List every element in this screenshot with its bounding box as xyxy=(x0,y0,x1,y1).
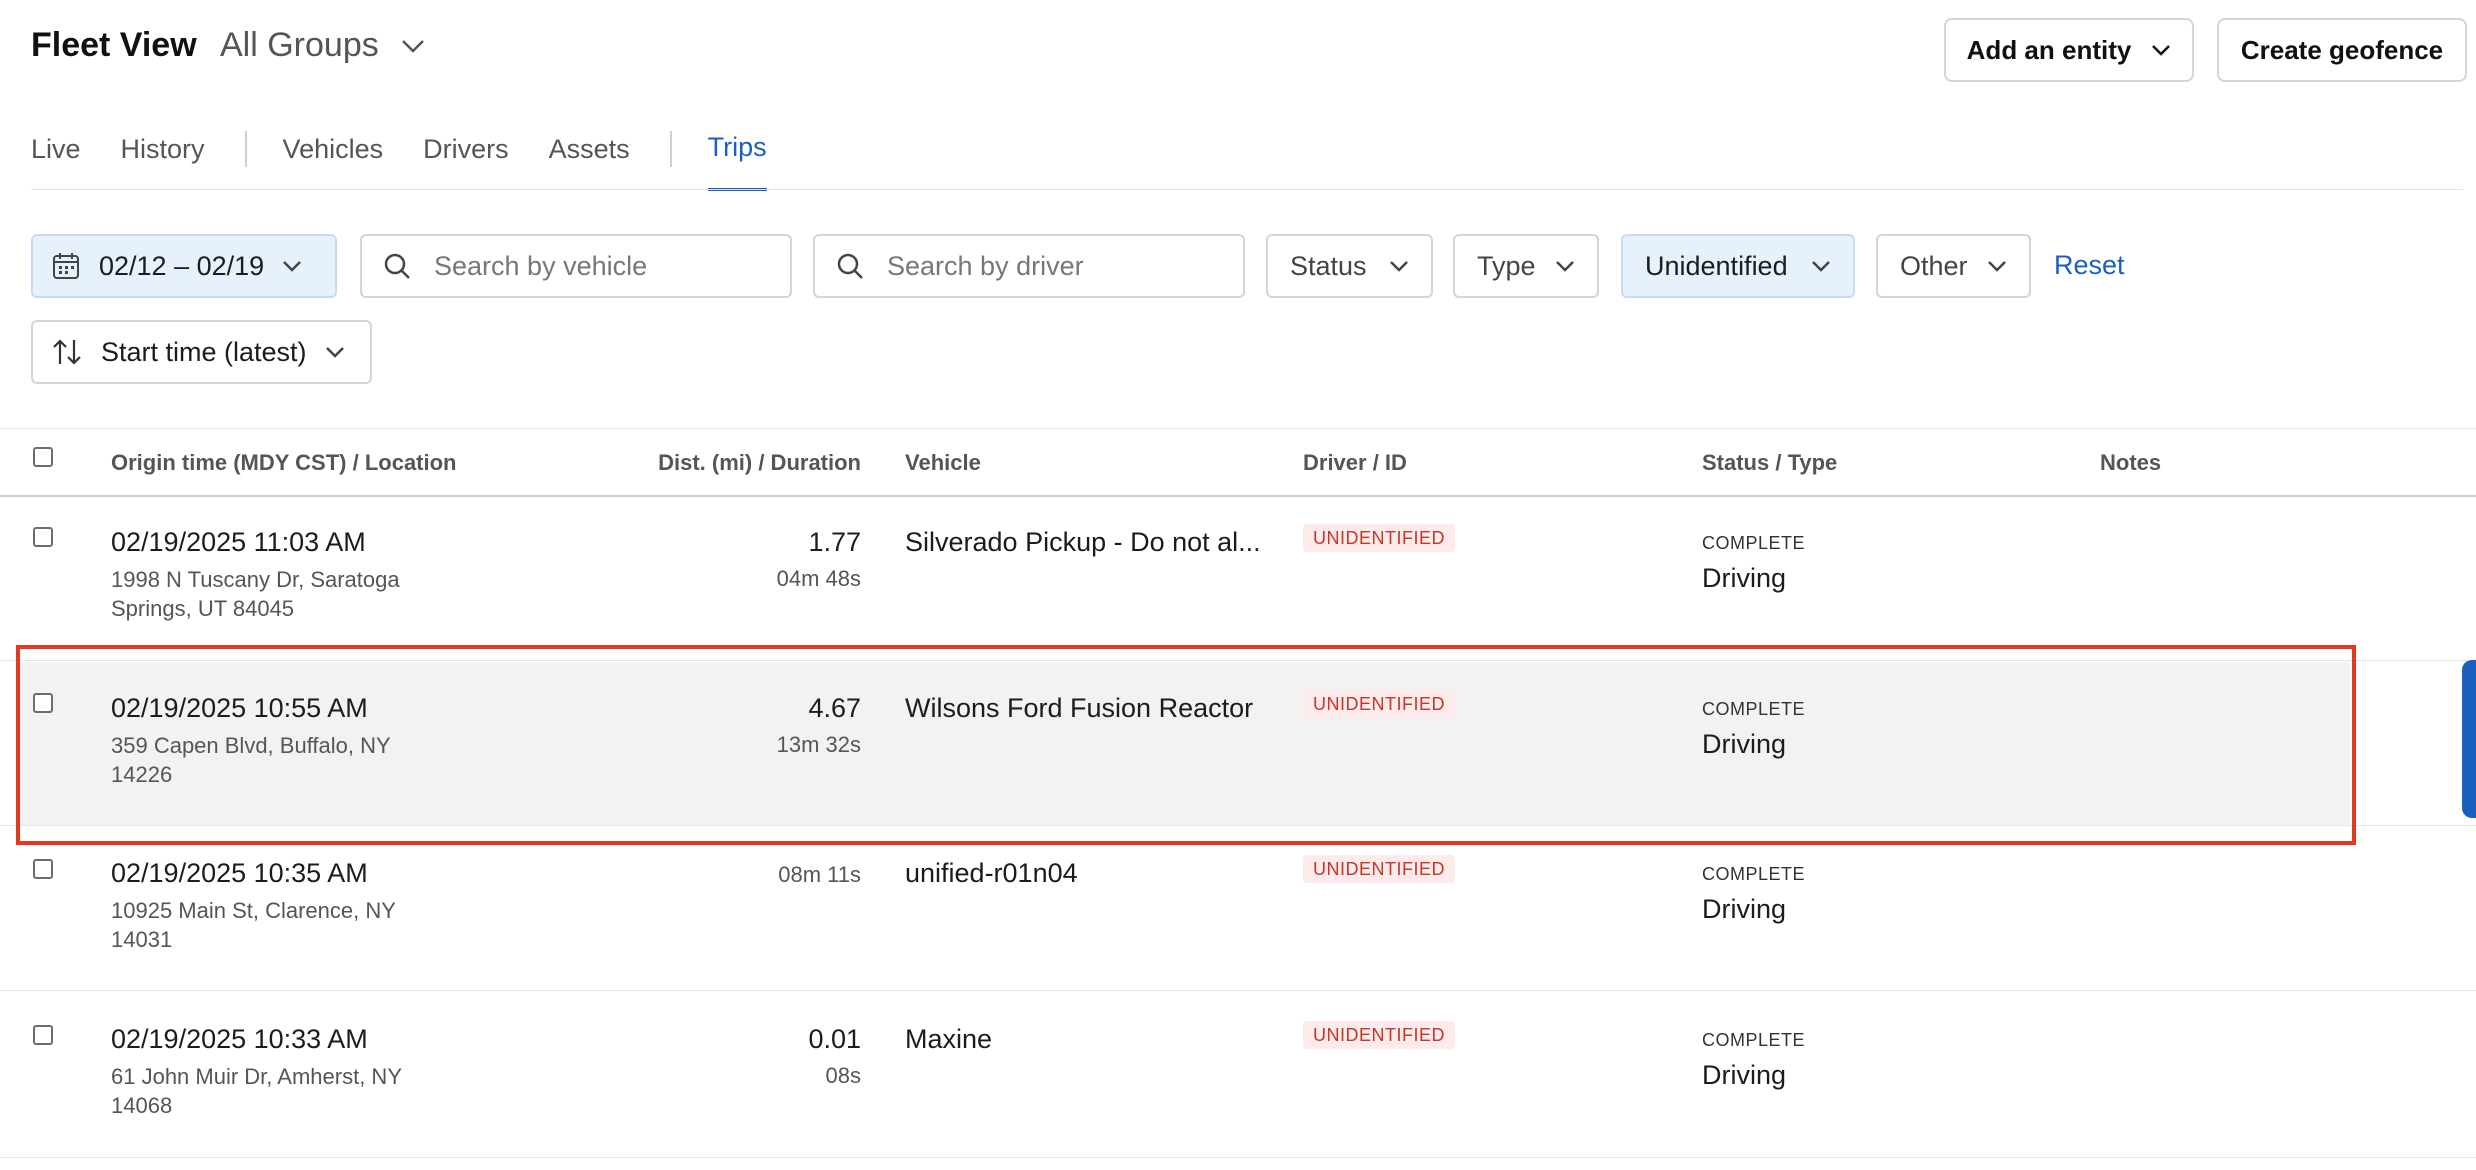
sort-arrows-icon xyxy=(51,337,83,367)
trip-duration: 08m 11s xyxy=(778,862,861,887)
trip-origin-address: 10925 Main St, Clarence, NY 14031 xyxy=(111,896,441,954)
trip-type: Driving xyxy=(1702,563,1787,593)
address-line: 10925 Main St, Clarence, NY xyxy=(111,898,396,923)
address-line: 61 John Muir Dr, Amherst, NY xyxy=(111,1064,402,1089)
driver-unidentified-badge: UNIDENTIFIED xyxy=(1303,524,1455,552)
address-line: Springs, UT 84045 xyxy=(111,596,295,621)
column-header-driver[interactable]: Driver / ID xyxy=(1303,450,1407,476)
unidentified-filter[interactable]: Unidentified xyxy=(1621,234,1855,298)
trip-vehicle-link[interactable]: Maxine xyxy=(905,1024,1265,1055)
trip-duration: 04m 48s xyxy=(776,566,861,591)
column-header-vehicle[interactable]: Vehicle xyxy=(905,450,981,476)
address-line: 14068 xyxy=(111,1093,173,1118)
group-selector[interactable]: All Groups xyxy=(220,26,425,65)
chevron-down-icon xyxy=(1555,260,1575,272)
driver-unidentified-badge: UNIDENTIFIED xyxy=(1303,1021,1455,1049)
trip-vehicle-link[interactable]: unified-r01n04 xyxy=(905,858,1265,889)
column-header-notes: Notes xyxy=(2100,450,2162,475)
tab-divider xyxy=(669,130,672,167)
reset-filters-link[interactable]: Reset xyxy=(2054,250,2125,281)
sort-selector[interactable]: Start time (latest) xyxy=(31,320,372,384)
sort-label: Start time (latest) xyxy=(101,336,307,367)
vehicle-search-input[interactable]: Search by vehicle xyxy=(360,234,792,298)
status-filter[interactable]: Status xyxy=(1266,234,1433,298)
calendar-icon xyxy=(51,251,81,281)
chevron-down-icon xyxy=(2151,44,2171,56)
trip-duration: 08s xyxy=(825,1063,861,1088)
group-selector-label: All Groups xyxy=(220,26,379,64)
driver-search-input[interactable]: Search by driver xyxy=(813,234,1245,298)
unidentified-filter-label: Unidentified xyxy=(1645,250,1788,281)
column-header-status[interactable]: Status / Type xyxy=(1702,450,1837,476)
type-filter[interactable]: Type xyxy=(1453,234,1599,298)
driver-unidentified-badge: UNIDENTIFIED xyxy=(1303,855,1455,883)
trip-type: Driving xyxy=(1702,894,1787,924)
view-tabs: Live History Vehicles Drivers Assets Tri… xyxy=(31,130,807,191)
trip-distance: 0.01 xyxy=(808,1024,861,1054)
trip-distance: 1.77 xyxy=(808,527,861,557)
tab-divider xyxy=(244,130,247,167)
tab-assets[interactable]: Assets xyxy=(549,132,630,190)
trip-origin-time: 02/19/2025 11:03 AM xyxy=(111,527,366,557)
address-line: 14031 xyxy=(111,927,173,952)
tab-trips[interactable]: Trips xyxy=(707,130,767,191)
row-checkbox[interactable] xyxy=(33,1025,53,1045)
tab-drivers[interactable]: Drivers xyxy=(423,132,509,190)
create-geofence-button[interactable]: Create geofence xyxy=(2217,18,2467,82)
trip-status: COMPLETE xyxy=(1702,533,1806,553)
add-entity-button[interactable]: Add an entity xyxy=(1944,18,2194,82)
date-range-filter[interactable]: 02/12 – 02/19 xyxy=(31,234,337,298)
date-range-value: 02/12 – 02/19 xyxy=(99,250,265,281)
tabs-divider xyxy=(31,189,2463,190)
page-title: Fleet View xyxy=(31,26,197,64)
column-header-origin[interactable]: Origin time (MDY CST) / Location xyxy=(111,450,457,476)
trip-origin-time: 02/19/2025 10:35 AM xyxy=(111,858,368,888)
chevron-down-icon xyxy=(1811,260,1831,272)
tab-vehicles[interactable]: Vehicles xyxy=(283,132,384,190)
row-checkbox[interactable] xyxy=(33,527,53,547)
vehicle-search-placeholder: Search by vehicle xyxy=(434,250,648,281)
other-filter-label: Other xyxy=(1900,250,1968,281)
search-icon xyxy=(835,251,865,281)
trip-origin-address: 61 John Muir Dr, Amherst, NY 14068 xyxy=(111,1062,441,1120)
status-filter-label: Status xyxy=(1290,250,1367,281)
chevron-down-icon xyxy=(1389,260,1409,272)
column-header-distance[interactable]: Dist. (mi) / Duration xyxy=(561,450,861,476)
tab-history[interactable]: History xyxy=(121,132,205,190)
trip-status: COMPLETE xyxy=(1702,1030,1806,1050)
chevron-down-icon xyxy=(401,39,425,53)
tab-live[interactable]: Live xyxy=(31,132,81,190)
address-line: 1998 N Tuscany Dr, Saratoga xyxy=(111,567,400,592)
highlight-box xyxy=(16,645,2356,845)
trip-vehicle-link[interactable]: Silverado Pickup - Do not al... xyxy=(905,527,1265,558)
row-divider xyxy=(0,1157,2476,1158)
search-icon xyxy=(382,251,412,281)
row-checkbox[interactable] xyxy=(33,859,53,879)
chevron-down-icon xyxy=(1987,260,2007,272)
trip-status: COMPLETE xyxy=(1702,864,1806,884)
trip-origin-time: 02/19/2025 10:33 AM xyxy=(111,1024,368,1054)
trip-origin-address: 1998 N Tuscany Dr, Saratoga Springs, UT … xyxy=(111,565,441,623)
chevron-down-icon xyxy=(325,346,345,358)
side-panel-handle[interactable] xyxy=(2462,660,2476,818)
other-filter[interactable]: Other xyxy=(1876,234,2031,298)
chevron-down-icon xyxy=(282,260,302,272)
select-all-checkbox[interactable] xyxy=(33,447,53,467)
add-entity-label: Add an entity xyxy=(1966,34,2132,65)
trip-type: Driving xyxy=(1702,1060,1787,1090)
table-top-divider xyxy=(0,428,2476,429)
type-filter-label: Type xyxy=(1477,250,1536,281)
driver-search-placeholder: Search by driver xyxy=(887,250,1084,281)
